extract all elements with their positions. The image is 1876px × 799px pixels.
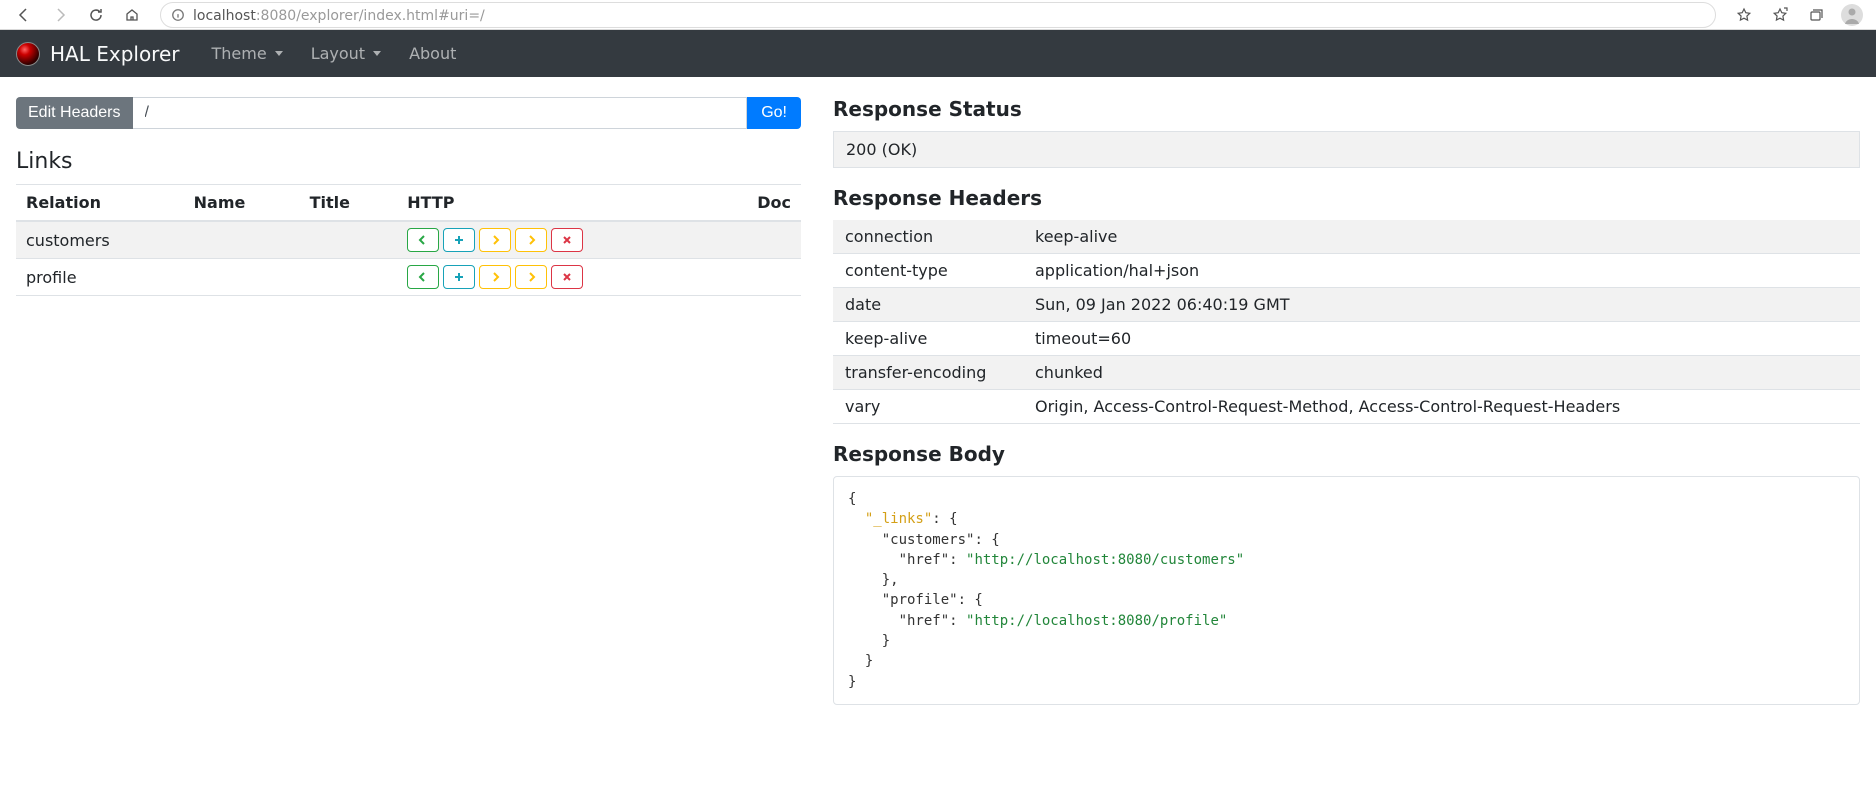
http-post-button[interactable] [443, 265, 475, 289]
go-button[interactable]: Go! [747, 97, 801, 129]
header-value: timeout=60 [1023, 322, 1860, 356]
cell-relation: customers [16, 221, 184, 259]
header-value: chunked [1023, 356, 1860, 390]
table-row: customers [16, 221, 801, 259]
cell-relation: profile [16, 259, 184, 296]
header-name: vary [833, 390, 1023, 424]
nav-layout[interactable]: Layout [299, 36, 393, 71]
col-relation: Relation [16, 185, 184, 222]
col-name: Name [184, 185, 300, 222]
links-table: Relation Name Title HTTP Doc customerspr… [16, 184, 801, 296]
cell-http [397, 259, 714, 296]
chevron-down-icon [373, 51, 381, 56]
star-add-icon[interactable] [1728, 2, 1760, 28]
http-patch-button[interactable] [515, 228, 547, 252]
profile-avatar[interactable] [1836, 2, 1868, 28]
home-button[interactable] [116, 2, 148, 28]
uri-bar: Edit Headers Go! [16, 97, 801, 129]
col-doc: Doc [714, 185, 801, 222]
http-patch-button[interactable] [515, 265, 547, 289]
table-row: varyOrigin, Access-Control-Request-Metho… [833, 390, 1860, 424]
address-bar[interactable]: localhost:8080/explorer/index.html#uri=/ [160, 2, 1716, 28]
http-put-button[interactable] [479, 265, 511, 289]
header-name: transfer-encoding [833, 356, 1023, 390]
response-status-heading: Response Status [833, 97, 1860, 121]
response-body: { "_links": { "customers": { "href": "ht… [833, 476, 1860, 705]
cell-title [300, 221, 398, 259]
table-row: keep-alivetimeout=60 [833, 322, 1860, 356]
cell-http [397, 221, 714, 259]
cell-doc [714, 259, 801, 296]
brand-icon [16, 42, 40, 66]
chevron-down-icon [275, 51, 283, 56]
header-value: Origin, Access-Control-Request-Method, A… [1023, 390, 1860, 424]
back-button[interactable] [8, 2, 40, 28]
links-heading: Links [16, 149, 801, 174]
cell-name [184, 259, 300, 296]
cell-name [184, 221, 300, 259]
header-value: Sun, 09 Jan 2022 06:40:19 GMT [1023, 288, 1860, 322]
http-put-button[interactable] [479, 228, 511, 252]
http-delete-button[interactable] [551, 228, 583, 252]
header-value: keep-alive [1023, 220, 1860, 254]
table-row: content-typeapplication/hal+json [833, 254, 1860, 288]
header-name: date [833, 288, 1023, 322]
brand-title: HAL Explorer [50, 42, 180, 66]
response-body-heading: Response Body [833, 442, 1860, 466]
nav-about[interactable]: About [397, 36, 468, 71]
browser-toolbar: localhost:8080/explorer/index.html#uri=/ [0, 0, 1876, 30]
http-post-button[interactable] [443, 228, 475, 252]
header-name: keep-alive [833, 322, 1023, 356]
address-host: localhost:8080/explorer/index.html#uri=/ [193, 5, 485, 24]
table-row: connectionkeep-alive [833, 220, 1860, 254]
http-delete-button[interactable] [551, 265, 583, 289]
nav-theme[interactable]: Theme [200, 36, 295, 71]
refresh-button[interactable] [80, 2, 112, 28]
response-headers-heading: Response Headers [833, 186, 1860, 210]
header-name: content-type [833, 254, 1023, 288]
info-icon [171, 8, 185, 22]
edit-headers-button[interactable]: Edit Headers [16, 97, 133, 129]
app-navbar: HAL Explorer Theme Layout About [0, 30, 1876, 77]
collections-icon[interactable] [1800, 2, 1832, 28]
cell-title [300, 259, 398, 296]
col-http: HTTP [397, 185, 714, 222]
header-name: connection [833, 220, 1023, 254]
http-get-button[interactable] [407, 265, 439, 289]
header-value: application/hal+json [1023, 254, 1860, 288]
uri-input[interactable] [133, 97, 748, 129]
table-row: profile [16, 259, 801, 296]
cell-doc [714, 221, 801, 259]
forward-button[interactable] [44, 2, 76, 28]
response-headers-table: connectionkeep-alivecontent-typeapplicat… [833, 220, 1860, 424]
table-row: transfer-encodingchunked [833, 356, 1860, 390]
col-title: Title [300, 185, 398, 222]
response-status: 200 (OK) [833, 131, 1860, 168]
table-row: dateSun, 09 Jan 2022 06:40:19 GMT [833, 288, 1860, 322]
favorites-icon[interactable] [1764, 2, 1796, 28]
http-get-button[interactable] [407, 228, 439, 252]
